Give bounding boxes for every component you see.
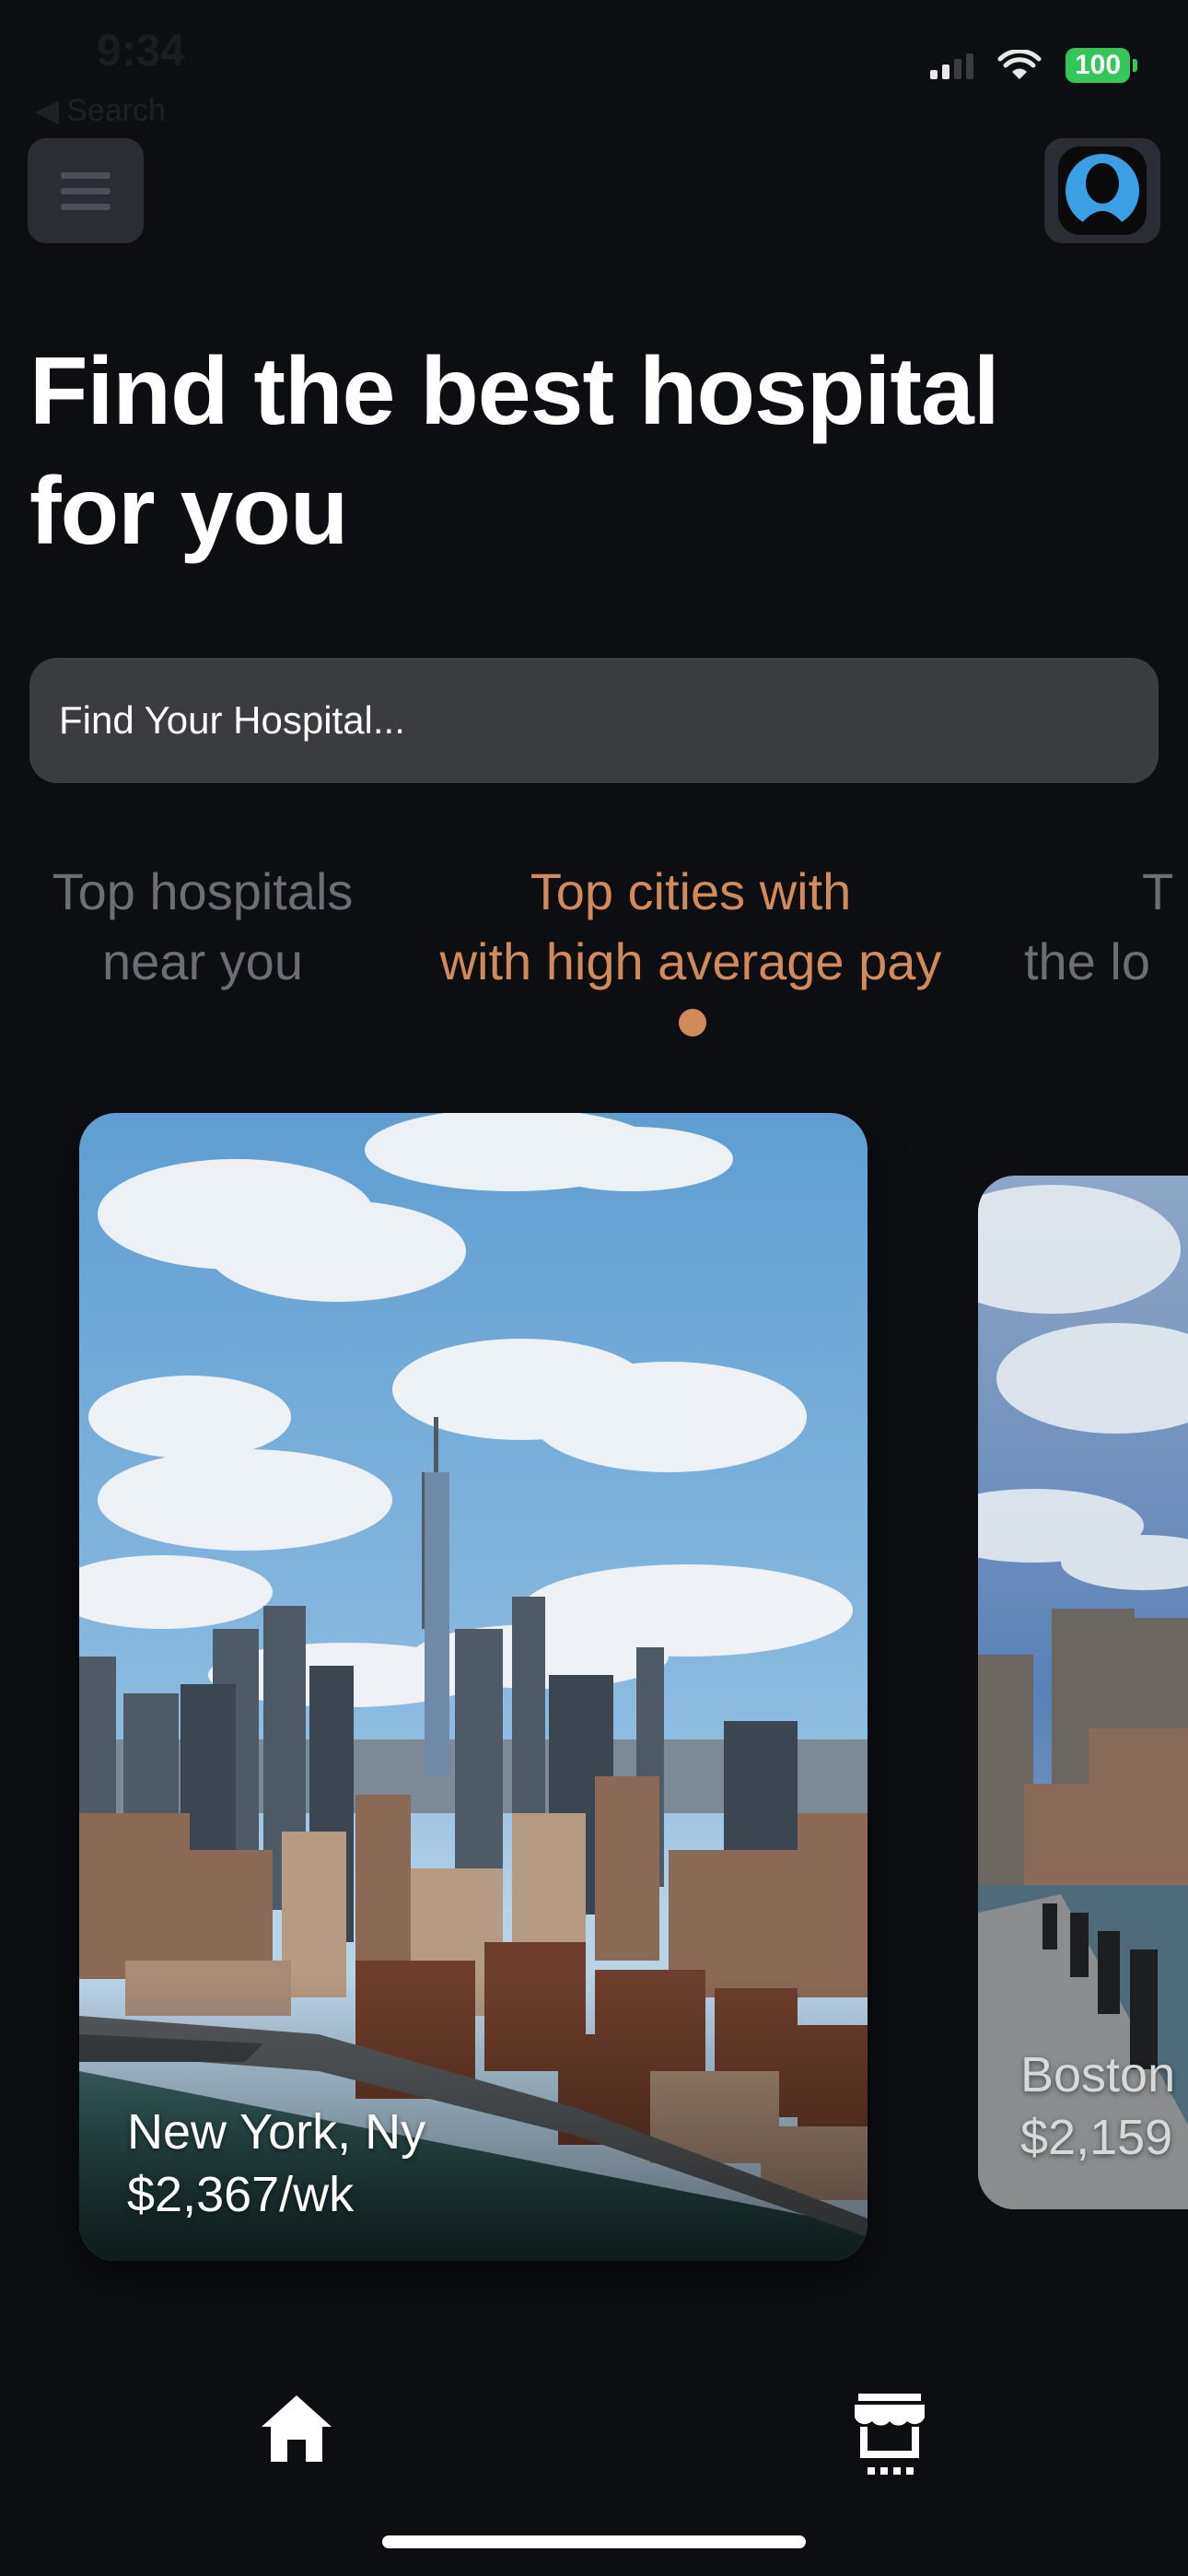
city-pay: $2,367/wk <box>127 2167 355 2222</box>
wifi-icon <box>997 50 1042 79</box>
city-card-caption: New York, Ny $2,367/wk <box>127 2101 425 2226</box>
back-label: Search <box>66 92 166 128</box>
search-placeholder: Find Your Hospital... <box>59 698 405 742</box>
hospital-search-input[interactable]: Find Your Hospital... <box>29 658 1159 783</box>
home-icon[interactable] <box>258 2392 335 2465</box>
city-name: Boston <box>1020 2047 1176 2102</box>
profile-button[interactable] <box>1044 138 1160 243</box>
cellular-signal-icon <box>930 52 973 79</box>
city-card-caption: Boston $2,159 <box>1020 2043 1175 2169</box>
user-avatar-icon <box>1058 146 1147 235</box>
city-card-new-york[interactable]: New York, Ny $2,367/wk <box>79 1113 868 2261</box>
status-time: 9:34 <box>97 27 186 76</box>
category-tabs: Top hospitals near you Top cities with w… <box>0 857 1188 1050</box>
store-icon[interactable] <box>851 2390 928 2475</box>
page-title: Find the best hospital for you <box>29 338 1000 565</box>
menu-button[interactable] <box>28 138 144 243</box>
hamburger-menu-icon <box>61 171 111 179</box>
city-name: New York, Ny <box>127 2104 426 2160</box>
status-indicators: 100 <box>930 48 1137 83</box>
back-to-search-link[interactable]: ◀ Search <box>35 92 166 129</box>
home-indicator[interactable] <box>382 2535 806 2548</box>
screen: 9:34 100 ◀ Search Find the best hospital… <box>0 0 1188 2576</box>
active-tab-indicator <box>679 1009 706 1036</box>
city-skyline-image <box>79 1113 868 2261</box>
tab-top-hospitals[interactable]: Top hospitals near you <box>28 857 378 997</box>
city-pay: $2,159 <box>1020 2110 1173 2165</box>
tab-top-cities[interactable]: Top cities with with high average pay <box>414 857 967 997</box>
tab-partial[interactable]: T the lo <box>1013 857 1188 997</box>
battery-level: 100 <box>1066 48 1130 83</box>
battery-icon: 100 <box>1066 48 1137 83</box>
back-arrow-icon: ◀ <box>35 93 60 128</box>
city-card-boston[interactable]: Boston $2,159 <box>978 1176 1188 2209</box>
